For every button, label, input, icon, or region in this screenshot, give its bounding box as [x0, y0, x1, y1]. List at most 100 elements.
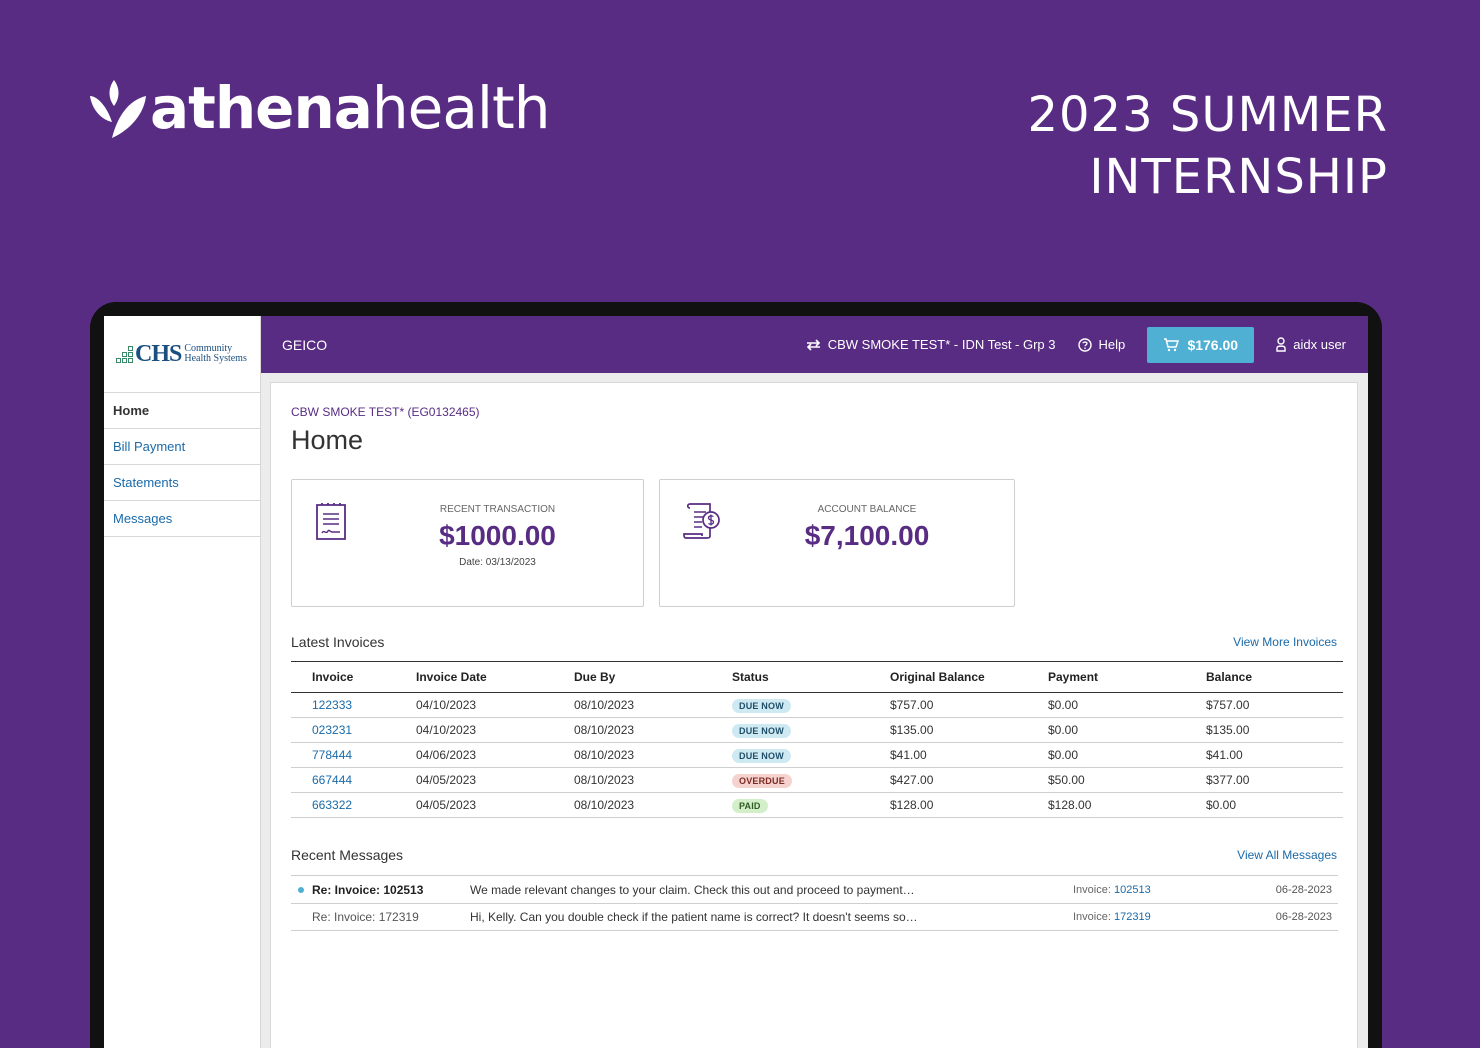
main-panel: CBW SMOKE TEST* (EG0132465) Home RECENT … [270, 382, 1358, 1048]
cart-button[interactable]: $176.00 [1147, 326, 1255, 363]
due-date: 08/10/2023 [553, 717, 711, 743]
org-name: GEICO [282, 336, 328, 353]
user-icon [1276, 337, 1286, 352]
account-balance-label: ACCOUNT BALANCE [817, 504, 917, 515]
logo-big-text: CHS [135, 340, 182, 367]
table-row: 667444 04/05/2023 08/10/2023 OVERDUE $42… [291, 767, 1343, 793]
headline-line-2: INTERNSHIP [1089, 149, 1388, 205]
payment: $0.00 [1027, 742, 1185, 768]
col-header-balance[interactable]: Balance [1185, 662, 1343, 693]
unread-dot-icon [298, 886, 304, 893]
recent-transaction-amount: $1000.00 [439, 520, 556, 551]
message-ref-label: Invoice: [1073, 911, 1111, 923]
account-balance-card: ACCOUNT BALANCE $7,100.00 [659, 479, 1015, 607]
sidebar-item-bill-payment[interactable]: Bill Payment [104, 429, 260, 465]
sidebar-item-messages[interactable]: Messages [104, 501, 260, 537]
status-badge: DUE NOW [732, 723, 791, 738]
invoices-table: Invoice Invoice Date Due By Status Origi… [291, 661, 1343, 818]
list-item[interactable]: Re: Invoice: 172319 Hi, Kelly. Can you d… [291, 903, 1338, 931]
recent-transaction-label: RECENT TRANSACTION [439, 504, 556, 515]
latest-invoices-title: Latest Invoices [291, 634, 385, 650]
message-subject: Re: Invoice: 102513 [312, 882, 424, 897]
balance: $0.00 [1185, 792, 1343, 818]
balance: $377.00 [1185, 767, 1343, 793]
payment: $50.00 [1027, 767, 1185, 793]
due-date: 08/10/2023 [553, 692, 711, 718]
user-menu[interactable]: aidx user [1276, 337, 1346, 352]
due-date: 08/10/2023 [553, 742, 711, 768]
original-balance: $757.00 [869, 692, 1027, 718]
headline: 2023 SUMMER INTERNSHIP [1027, 84, 1388, 208]
account-switcher-label: CBW SMOKE TEST* - IDN Test - Grp 3 [827, 337, 1056, 352]
view-more-invoices-link[interactable]: View More Invoices [1233, 635, 1337, 649]
invoice-link[interactable]: 663322 [312, 798, 352, 812]
sidebar: CHS Community Health Systems Home Bill P… [104, 316, 261, 1048]
payment: $128.00 [1027, 792, 1185, 818]
col-header-payment[interactable]: Payment [1027, 662, 1185, 693]
recent-transaction-date: Date: 03/13/2023 [459, 557, 536, 568]
due-date: 08/10/2023 [553, 767, 711, 793]
athenahealth-logo: athenahealth [88, 74, 551, 142]
payment: $0.00 [1027, 692, 1185, 718]
payment: $0.00 [1027, 717, 1185, 743]
recent-transaction-card: RECENT TRANSACTION $1000.00 Date: 03/13/… [291, 479, 644, 607]
top-bar: GEICO CBW SMOKE TEST* - IDN Test - Grp 3… [261, 316, 1368, 373]
app-screen: CHS Community Health Systems Home Bill P… [104, 316, 1368, 1048]
invoice-date: 04/05/2023 [395, 767, 553, 793]
view-all-messages-link[interactable]: View All Messages [1237, 848, 1337, 862]
message-subject: Re: Invoice: 172319 [312, 910, 419, 924]
invoice-link[interactable]: 778444 [312, 748, 352, 762]
message-preview: Hi, Kelly. Can you double check if the p… [470, 910, 918, 924]
col-header-invoice-date[interactable]: Invoice Date [395, 662, 553, 693]
account-balance-amount: $7,100.00 [804, 520, 930, 551]
invoice-date: 04/05/2023 [395, 792, 553, 818]
invoice-link[interactable]: 023231 [312, 723, 352, 737]
table-row: 778444 04/06/2023 08/10/2023 DUE NOW $41… [291, 742, 1343, 768]
invoice-date: 04/10/2023 [395, 692, 553, 718]
invoice-date: 04/06/2023 [395, 742, 553, 768]
page-title: Home [291, 425, 364, 455]
list-item[interactable]: Re: Invoice: 102513 We made relevant cha… [291, 875, 1338, 903]
message-date: 06-28-2023 [1275, 883, 1332, 896]
table-row: 663322 04/05/2023 08/10/2023 PAID $128.0… [291, 792, 1343, 818]
sidebar-item-home[interactable]: Home [104, 393, 260, 429]
original-balance: $41.00 [869, 742, 1027, 768]
invoice-link[interactable]: 122333 [312, 698, 352, 712]
leaf-logo-icon [90, 80, 146, 138]
invoice-date: 04/10/2023 [395, 717, 553, 743]
col-header-invoice[interactable]: Invoice [291, 662, 395, 693]
chs-squares-icon [116, 345, 133, 363]
col-header-status[interactable]: Status [711, 662, 869, 693]
col-header-due-by[interactable]: Due By [553, 662, 711, 693]
messages-list: Re: Invoice: 102513 We made relevant cha… [291, 875, 1338, 931]
help-link[interactable]: Help [1077, 337, 1125, 352]
cart-amount: $176.00 [1187, 336, 1239, 353]
account-switcher[interactable]: CBW SMOKE TEST* - IDN Test - Grp 3 [806, 337, 1056, 352]
chs-logo: CHS Community Health Systems [104, 316, 260, 393]
original-balance: $427.00 [869, 767, 1027, 793]
message-ref-label: Invoice: [1073, 883, 1111, 896]
balance: $757.00 [1185, 692, 1343, 718]
table-row: 122333 04/10/2023 08/10/2023 DUE NOW $75… [291, 692, 1343, 718]
help-icon [1077, 337, 1092, 352]
swap-arrows-icon [806, 338, 820, 351]
message-invoice-link[interactable]: 172319 [1114, 911, 1151, 923]
balance: $41.00 [1185, 742, 1343, 768]
message-invoice-link[interactable]: 102513 [1114, 884, 1151, 896]
sidebar-item-statements[interactable]: Statements [104, 465, 260, 501]
brand-light: health [371, 74, 551, 142]
message-date: 06-28-2023 [1275, 911, 1332, 923]
logo-small-text-2: Health Systems [184, 353, 247, 364]
col-header-original-balance[interactable]: Original Balance [869, 662, 1027, 693]
status-badge: DUE NOW [732, 748, 791, 763]
cart-icon [1164, 337, 1180, 351]
original-balance: $128.00 [869, 792, 1027, 818]
account-label: CBW SMOKE TEST* (EG0132465) [291, 405, 480, 419]
table-row: 023231 04/10/2023 08/10/2023 DUE NOW $13… [291, 717, 1343, 743]
user-label: aidx user [1293, 337, 1346, 352]
status-badge: OVERDUE [732, 773, 792, 788]
status-badge: PAID [732, 798, 768, 813]
invoice-link[interactable]: 667444 [312, 773, 352, 787]
due-date: 08/10/2023 [553, 792, 711, 818]
balance: $135.00 [1185, 717, 1343, 743]
